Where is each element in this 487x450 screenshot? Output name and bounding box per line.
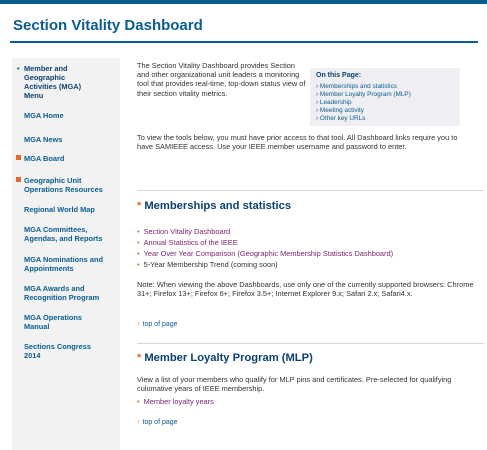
membership-trend-text: 5-Year Membership Trend (coming soon) bbox=[143, 260, 278, 269]
asterisk-icon: * bbox=[137, 200, 142, 212]
list-item: • Member loyalty years bbox=[137, 396, 214, 407]
page-title: Section Vitality Dashboard bbox=[13, 17, 203, 34]
sidebar-item-label: MGA Awards and Recognition Program bbox=[24, 284, 100, 302]
list-item: • Annual Statistics of the IEEE bbox=[137, 237, 393, 248]
sidebar-item-label: Regional World Map bbox=[24, 205, 95, 214]
sidebar-item-mga-news[interactable]: MGA News bbox=[24, 135, 124, 144]
top-of-page-link[interactable]: ↑ top of page bbox=[137, 321, 178, 328]
expand-square-icon bbox=[16, 177, 21, 182]
sidebar-item-label: MGA News bbox=[24, 135, 63, 144]
intro-paragraph: The Section Vitality Dashboard provides … bbox=[137, 61, 306, 98]
sidebar-item-label: MGA Operations Manual bbox=[24, 313, 83, 331]
otp-link-meeting-activity[interactable]: Meeting activity bbox=[316, 107, 411, 115]
otp-link-leadership[interactable]: Leadership bbox=[316, 99, 411, 107]
sidebar-item-label: MGA Home bbox=[24, 111, 64, 120]
access-note: To view the tools below, you must have p… bbox=[137, 133, 472, 151]
top-accent-bar bbox=[0, 0, 487, 4]
section-divider bbox=[137, 343, 484, 344]
link-member-loyalty-years[interactable]: Member loyalty years bbox=[144, 397, 214, 406]
sidebar-item-mga-operations-manual[interactable]: MGA Operations Manual bbox=[24, 313, 104, 331]
expand-square-icon bbox=[16, 155, 21, 160]
otp-link-other-urls[interactable]: Other key URLs bbox=[316, 115, 411, 123]
sidebar-menu-title: • Member and Geographic Activities (MGA)… bbox=[17, 64, 82, 100]
asterisk-icon: * bbox=[137, 352, 142, 364]
mlp-description: View a list of your members who qualify … bbox=[137, 375, 452, 394]
title-divider bbox=[10, 41, 478, 43]
link-annual-statistics[interactable]: Annual Statistics of the IEEE bbox=[144, 238, 238, 247]
section-heading-mlp: * Member Loyalty Program (MLP) bbox=[137, 352, 313, 364]
sidebar-item-mga-nominations[interactable]: MGA Nominations and Appointments bbox=[24, 255, 114, 273]
browser-note: Note: When viewing the above Dashboards,… bbox=[137, 280, 474, 299]
sidebar-item-label: MGA Board bbox=[24, 154, 65, 163]
up-arrow-icon: ↑ bbox=[137, 321, 141, 328]
on-this-page-box: On this Page: Memberships and statistics… bbox=[310, 68, 460, 126]
section-heading-memberships: * Memberships and statistics bbox=[137, 200, 292, 212]
mlp-links-list: • Member loyalty years bbox=[137, 396, 214, 407]
bullet-icon: • bbox=[137, 227, 140, 236]
bullet-icon: • bbox=[137, 397, 140, 406]
list-item: • Year Over Year Comparison (Geographic M… bbox=[137, 248, 393, 259]
link-section-vitality-dashboard[interactable]: Section Vitality Dashboard bbox=[144, 227, 231, 236]
sidebar-item-mga-board[interactable]: MGA Board bbox=[16, 154, 124, 163]
sidebar-item-label: MGA Committees, Agendas, and Reports bbox=[24, 225, 103, 243]
sidebar-item-mga-home[interactable]: MGA Home bbox=[24, 111, 124, 120]
sidebar-item-label: MGA Nominations and Appointments bbox=[24, 255, 103, 273]
sidebar-item-mga-awards[interactable]: MGA Awards and Recognition Program bbox=[24, 284, 120, 302]
sidebar-item-label: Geographic Unit Operations Resources bbox=[24, 176, 103, 194]
otp-link-mlp[interactable]: Member Loyalty Program (MLP) bbox=[316, 91, 411, 99]
top-of-page-link[interactable]: ↑ top of page bbox=[137, 419, 178, 426]
list-item: • 5-Year Membership Trend (coming soon) bbox=[137, 259, 393, 270]
on-this-page-links: Memberships and statistics Member Loyalt… bbox=[316, 83, 411, 123]
sidebar-item-label: Sections Congress 2014 bbox=[24, 342, 91, 360]
bullet-icon: • bbox=[137, 238, 140, 247]
sidebar: • Member and Geographic Activities (MGA)… bbox=[12, 58, 120, 450]
sidebar-item-mga-committees[interactable]: MGA Committees, Agendas, and Reports bbox=[24, 225, 120, 243]
otp-link-memberships[interactable]: Memberships and statistics bbox=[316, 83, 411, 91]
memberships-links-list: • Section Vitality Dashboard • Annual Stat… bbox=[137, 226, 393, 270]
bullet-icon: • bbox=[17, 64, 20, 73]
sidebar-item-regional-world-map[interactable]: Regional World Map bbox=[24, 205, 124, 214]
list-item: • Section Vitality Dashboard bbox=[137, 226, 393, 237]
on-this-page-heading: On this Page: bbox=[316, 72, 362, 79]
intro-text: The Section Vitality Dashboard provides … bbox=[137, 61, 307, 107]
bullet-icon: • bbox=[137, 249, 140, 258]
section-divider bbox=[137, 190, 484, 191]
link-year-over-year[interactable]: Year Over Year Comparison (Geographic Me… bbox=[144, 249, 393, 258]
sidebar-item-sections-congress[interactable]: Sections Congress 2014 bbox=[24, 342, 104, 360]
intro-paragraph: To view the tools below, you must have p… bbox=[137, 133, 458, 152]
bullet-icon: • bbox=[137, 260, 140, 269]
up-arrow-icon: ↑ bbox=[137, 419, 141, 426]
sidebar-item-geographic-unit-operations[interactable]: Geographic Unit Operations Resources bbox=[16, 176, 122, 194]
